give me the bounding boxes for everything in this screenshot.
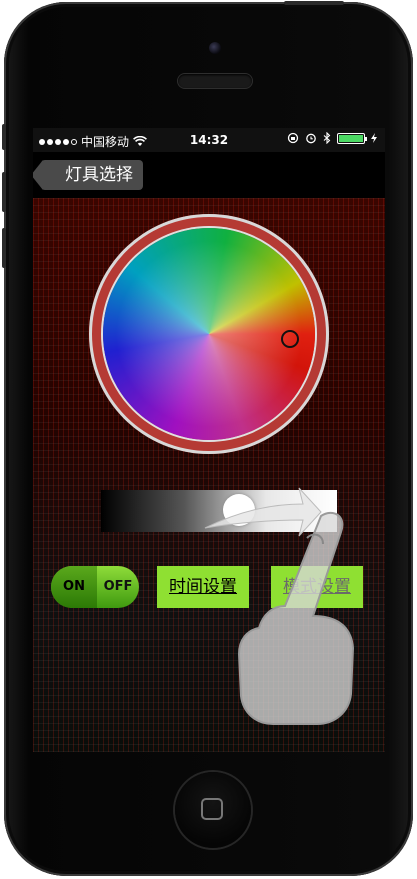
power-toggle[interactable]: ON OFF bbox=[51, 566, 139, 608]
power-button bbox=[284, 1, 344, 5]
screen: 中国移动 14:32 灯具选择 ON OFF 时间设置 bbox=[33, 128, 385, 752]
status-right bbox=[287, 132, 377, 144]
status-bar: 中国移动 14:32 bbox=[33, 128, 385, 152]
color-wheel-ring bbox=[89, 214, 329, 454]
mute-switch bbox=[2, 124, 6, 150]
navigation-bar: 灯具选择 bbox=[33, 152, 385, 198]
home-button[interactable] bbox=[175, 772, 251, 848]
hand-gesture-icon bbox=[237, 511, 355, 725]
toggle-off-label: OFF bbox=[103, 579, 133, 594]
back-button[interactable]: 灯具选择 bbox=[33, 160, 143, 190]
front-camera bbox=[209, 42, 221, 54]
earpiece-speaker bbox=[178, 74, 252, 88]
toggle-on-label: ON bbox=[51, 566, 97, 608]
alarm-icon bbox=[306, 133, 316, 144]
bluetooth-icon bbox=[323, 132, 331, 144]
home-square-icon bbox=[201, 798, 223, 820]
charging-bolt-icon bbox=[371, 133, 377, 143]
battery-icon bbox=[337, 132, 367, 144]
content-area: ON OFF 时间设置 模式设置 bbox=[33, 198, 385, 752]
color-wheel[interactable] bbox=[103, 228, 315, 440]
volume-up-button bbox=[2, 172, 6, 212]
volume-down-button bbox=[2, 228, 6, 268]
rotation-lock-icon bbox=[287, 132, 299, 144]
color-picker-handle[interactable] bbox=[281, 330, 299, 348]
